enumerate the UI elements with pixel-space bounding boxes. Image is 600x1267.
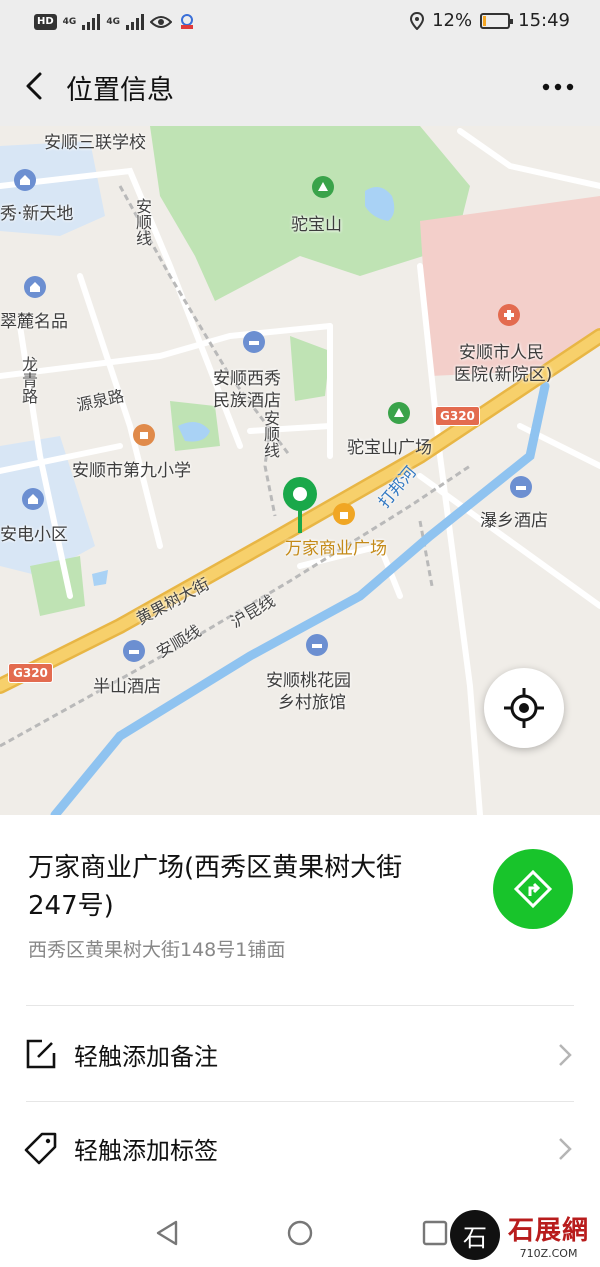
network-4g-2: 4G xyxy=(106,17,120,27)
back-button[interactable] xyxy=(20,66,50,106)
map-label-hospital-2: 医院(新院区) xyxy=(454,365,553,385)
hotel-poi-icon xyxy=(243,331,265,353)
locate-me-button[interactable] xyxy=(484,668,564,748)
clock: 15:49 xyxy=(518,10,570,31)
poi-building-icon xyxy=(14,169,36,191)
hotel-poi-icon-3 xyxy=(123,640,145,662)
map-label-school-top: 安顺三联学校 xyxy=(44,133,146,153)
add-tag-label: 轻触添加标签 xyxy=(74,1137,218,1165)
map-label-xintiandi: 秀·新天地 xyxy=(0,204,74,224)
map-label-tuobaoshan-square: 驼宝山广场 xyxy=(347,438,432,458)
map-label-anshun-line: 安顺线 xyxy=(133,198,152,246)
watermark-name: 石展網 xyxy=(508,1216,590,1246)
map-label-tuobaoshan: 驼宝山 xyxy=(291,215,342,235)
status-bar: HD 4G 4G 12% 15:49 xyxy=(0,0,600,46)
watermark-seal: 石 xyxy=(450,1210,500,1260)
residential-poi-icon-2 xyxy=(22,488,44,510)
place-info-panel: 万家商业广场(西秀区黄果树大街247号) 西秀区黄果树大街148号1铺面 轻触添… xyxy=(0,815,600,1200)
location-status-icon xyxy=(410,11,425,30)
app-notification-icon xyxy=(180,14,193,29)
location-pin-icon xyxy=(283,477,317,533)
crosshair-locate-icon xyxy=(504,688,544,728)
shopping-poi-icon xyxy=(333,503,355,525)
more-options-button[interactable] xyxy=(538,74,578,100)
watermark-logo: 石 石展網 710Z.COM xyxy=(450,1207,600,1263)
poi-residential-icon xyxy=(24,276,46,298)
system-recents-button[interactable] xyxy=(420,1218,450,1248)
system-home-button[interactable] xyxy=(285,1218,315,1248)
add-note-row[interactable]: 轻触添加备注 xyxy=(0,1007,600,1101)
battery-icon xyxy=(480,12,514,29)
edit-note-icon xyxy=(26,1039,56,1069)
chevron-right-icon xyxy=(559,1044,572,1066)
watermark-domain: 710Z.COM xyxy=(519,1247,578,1260)
map-label-wanjia-store: 万家商业广场 xyxy=(285,539,387,559)
add-note-label: 轻触添加备注 xyxy=(74,1043,218,1071)
signal-icon-2 xyxy=(125,14,144,30)
map-label-puxiang-hotel: 瀑乡酒店 xyxy=(480,511,548,531)
map-g320-shield-east: G320 xyxy=(435,406,480,426)
map-label-longqing-road: 龙青路 xyxy=(19,356,38,404)
map-label-taohuayuan-2: 乡村旅馆 xyxy=(278,693,346,713)
place-name: 万家商业广场(西秀区黄果树大街247号) xyxy=(28,853,403,921)
map-label-cuilu: 翠麓名品 xyxy=(0,312,68,332)
map-label-banshan-hotel: 半山酒店 xyxy=(93,677,161,697)
battery-fill xyxy=(483,15,487,26)
chevron-right-icon xyxy=(559,1138,572,1160)
status-left: HD 4G 4G xyxy=(34,13,196,31)
school-poi-icon xyxy=(133,424,155,446)
title-bar: 位置信息 xyxy=(0,46,600,126)
map-view[interactable]: 安顺三联学校 秀·新天地 驼宝山 安顺线 翠麓名品 龙青路 源泉路 安顺西秀 民… xyxy=(0,126,600,815)
signal-icon xyxy=(82,14,101,30)
status-right: 12% 15:49 xyxy=(410,10,570,31)
divider xyxy=(26,1005,574,1006)
hospital-poi-icon xyxy=(498,304,520,326)
eye-icon xyxy=(149,16,172,28)
hd-badge: HD xyxy=(34,14,57,30)
map-label-ninth-school: 安顺市第九小学 xyxy=(72,461,191,481)
system-back-button[interactable] xyxy=(152,1218,182,1248)
navigation-arrow-icon xyxy=(513,869,553,909)
tag-icon xyxy=(24,1132,57,1165)
hotel-poi-icon-2 xyxy=(510,476,532,498)
network-4g-1: 4G xyxy=(62,17,77,27)
square-poi-icon xyxy=(388,402,410,424)
navigate-button[interactable] xyxy=(493,849,573,929)
mountain-poi-icon xyxy=(312,176,334,198)
map-label-hotel-xixiu-2: 民族酒店 xyxy=(213,391,281,411)
map-label-anshun-line-2: 安顺线 xyxy=(261,410,280,458)
map-label-dian-xiaoqu: 安电小区 xyxy=(0,525,68,545)
place-address: 西秀区黄果树大街148号1铺面 xyxy=(28,939,286,961)
battery-percent: 12% xyxy=(432,10,473,31)
map-g320-shield-west: G320 xyxy=(8,663,53,683)
watermark-text: 石展網 710Z.COM xyxy=(508,1210,589,1260)
inn-poi-icon xyxy=(306,634,328,656)
page-title: 位置信息 xyxy=(66,75,174,106)
add-tag-row[interactable]: 轻触添加标签 xyxy=(0,1101,600,1195)
